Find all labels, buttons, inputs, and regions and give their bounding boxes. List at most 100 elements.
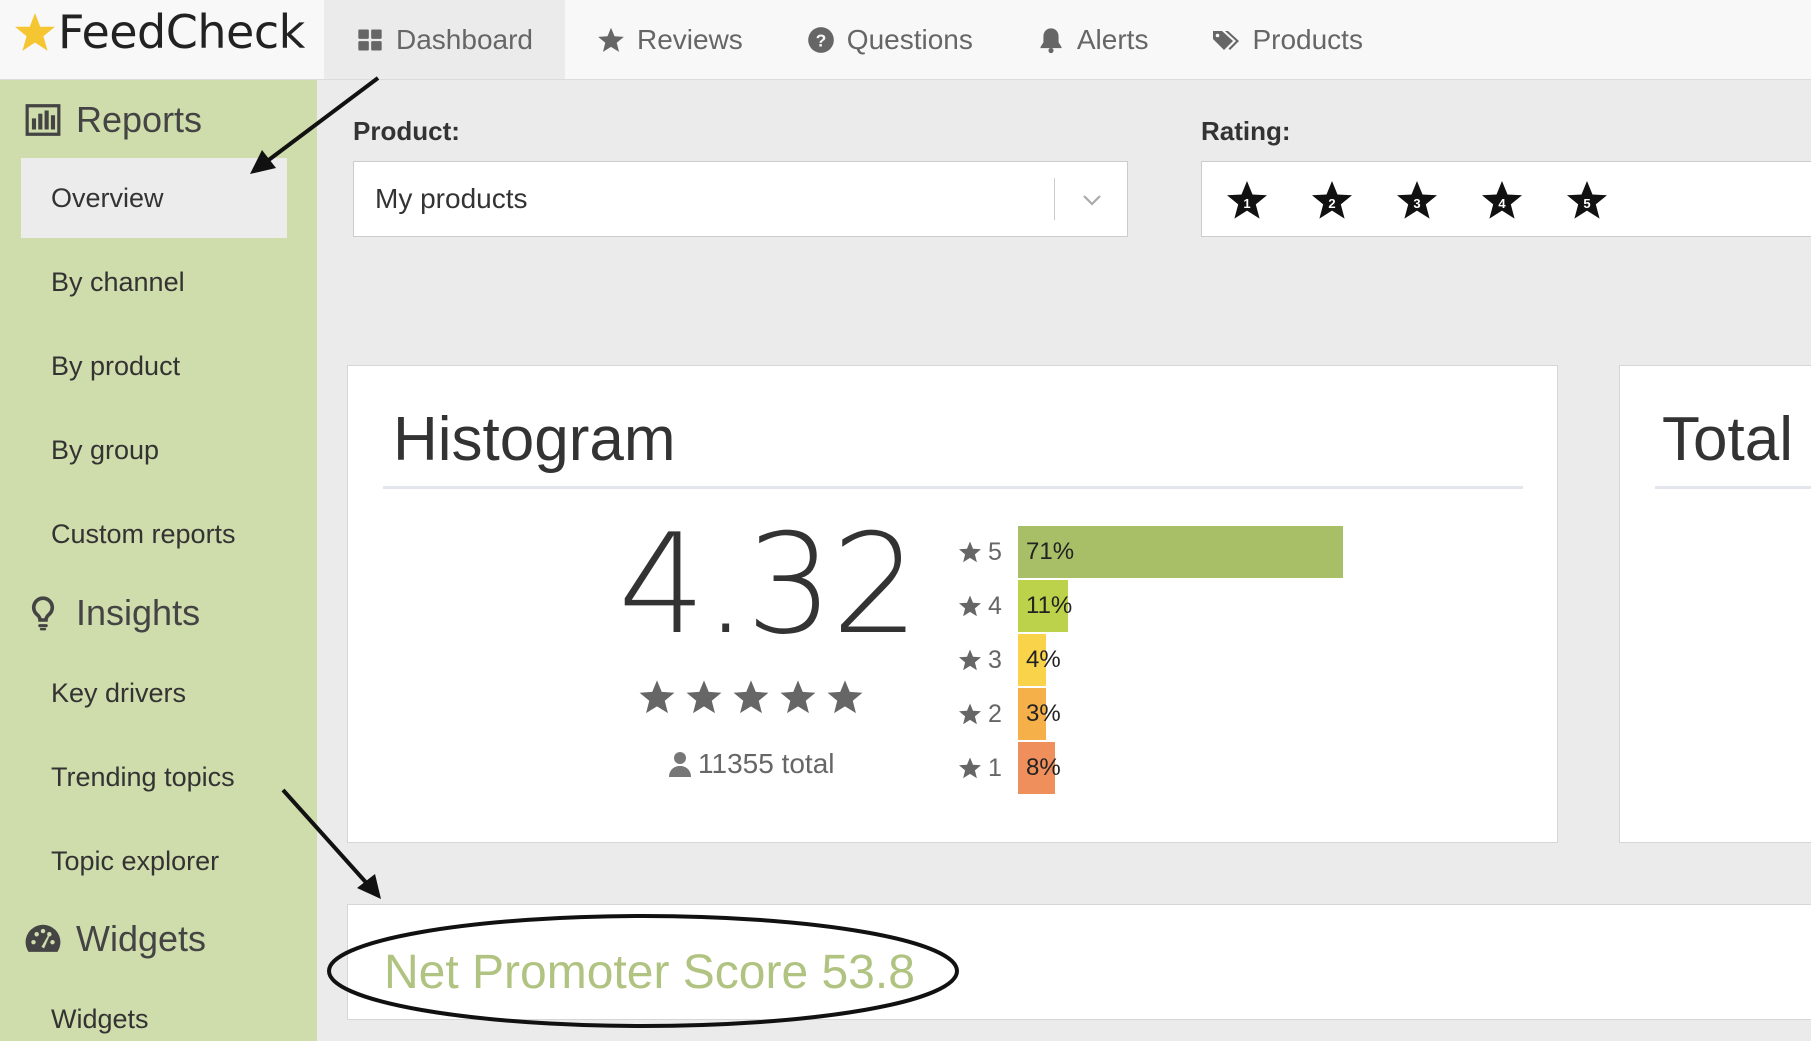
dashboard-gauge-icon <box>25 924 61 952</box>
star-logo-icon <box>15 13 55 51</box>
sidebar-item-by-product[interactable]: By product <box>21 326 287 406</box>
total-card-title-divider <box>1655 486 1811 489</box>
sidebar-heading-reports-label: Reports <box>76 99 203 140</box>
sidebar-item-by-channel[interactable]: By channel <box>21 242 287 322</box>
histogram-card: Histogram 4.32 11355 total 5 71% 4 11% 3 4% 2 3… <box>347 365 1558 843</box>
sidebar-item-label: Topic explorer <box>51 845 220 876</box>
total-reviews-count: 11355 total <box>698 748 835 779</box>
sidebar-heading-insights: Insights <box>24 592 200 634</box>
histogram-bar: 4% <box>1018 634 1061 686</box>
top-navbar: FeedCheck Dashboard Reviews ? Questions … <box>0 0 1811 80</box>
sidebar-item-label: Custom reports <box>51 518 236 549</box>
sidebar-item-label: By channel <box>51 266 185 297</box>
rating-filter-label: Rating: <box>1201 116 1291 146</box>
rating-star-5-number: 5 <box>1583 196 1590 211</box>
total-reviews: 11355 total <box>668 748 835 780</box>
histogram-row-4[interactable]: 4 11% <box>958 580 1072 632</box>
user-icon <box>669 752 691 777</box>
histogram-bar: 71% <box>1018 526 1343 578</box>
star-icon <box>780 680 816 714</box>
product-select-value: My products <box>375 183 528 214</box>
sidebar-item-label: By group <box>51 434 160 465</box>
star-icon <box>959 703 981 725</box>
dashboard-icon <box>358 29 382 50</box>
sidebar-item-key-drivers[interactable]: Key drivers <box>21 653 287 733</box>
bar-chart-icon <box>25 104 61 136</box>
sidebar-heading-widgets-label: Widgets <box>76 918 207 959</box>
nav-dashboard-label: Dashboard <box>396 23 533 55</box>
histogram-category: 2 <box>988 699 1002 728</box>
histogram-bar: 3% <box>1018 688 1061 740</box>
chevron-down-icon[interactable] <box>1080 188 1104 212</box>
star-icon <box>959 649 981 671</box>
histogram-title: Histogram <box>393 405 676 474</box>
app-name: FeedCheck <box>58 5 305 59</box>
average-rating-stars <box>638 678 864 716</box>
bell-icon <box>1040 27 1062 53</box>
sidebar-item-overview[interactable]: Overview <box>21 158 287 238</box>
total-card: Total <box>1619 365 1811 843</box>
histogram-title-divider <box>383 486 1523 489</box>
histogram-row-5[interactable]: 5 71% <box>958 526 1343 578</box>
nav-reviews-label: Reviews <box>636 23 743 55</box>
sidebar-item-custom-reports[interactable]: Custom reports <box>21 494 287 574</box>
rating-star-1-number: 1 <box>1243 196 1250 211</box>
rating-star-2-icon[interactable]: 2 <box>1310 179 1354 223</box>
histogram-row-3[interactable]: 3 4% <box>958 634 1061 686</box>
select-separator <box>1054 178 1055 220</box>
nav-questions[interactable]: ? Questions <box>775 0 1005 79</box>
sidebar-item-label: By product <box>51 350 181 381</box>
nav-alerts-label: Alerts <box>1076 23 1149 55</box>
histogram-row-2[interactable]: 2 3% <box>958 688 1061 740</box>
star-icon <box>639 680 675 714</box>
rating-star-3-icon[interactable]: 3 <box>1395 179 1439 223</box>
annotation-ellipse <box>327 914 959 1028</box>
star-icon <box>686 680 722 714</box>
sidebar-heading-widgets: Widgets <box>24 918 206 960</box>
histogram-row-1[interactable]: 1 8% <box>958 742 1061 794</box>
histogram-category: 3 <box>988 645 1002 674</box>
average-rating: 4.32 <box>618 504 919 665</box>
nav-reviews[interactable]: Reviews <box>565 0 775 79</box>
star-icon <box>733 680 769 714</box>
sidebar-item-by-group[interactable]: By group <box>21 410 287 490</box>
app-logo[interactable]: FeedCheck <box>14 2 305 62</box>
nav-products[interactable]: Products <box>1180 0 1395 79</box>
histogram-bar: 8% <box>1018 742 1061 794</box>
product-select[interactable]: My products <box>353 161 1128 237</box>
nav-dashboard[interactable]: Dashboard <box>324 0 565 79</box>
main-nav: Dashboard Reviews ? Questions Alerts Pro… <box>324 0 1395 79</box>
sidebar-item-label: Widgets <box>51 1003 149 1034</box>
histogram-row-label: 1 <box>958 754 1018 783</box>
rating-star-5-icon[interactable]: 5 <box>1565 179 1609 223</box>
tags-icon <box>1213 30 1240 50</box>
svg-text:?: ? <box>815 30 826 50</box>
sidebar-item-trending-topics[interactable]: Trending topics <box>21 737 287 817</box>
sidebar-heading-reports: Reports <box>24 99 202 141</box>
rating-star-3-number: 3 <box>1413 196 1420 211</box>
sidebar-item-label: Overview <box>51 182 164 213</box>
sidebar-item-topic-explorer[interactable]: Topic explorer <box>21 821 287 901</box>
star-icon <box>827 680 863 714</box>
star-icon <box>959 757 981 779</box>
nav-alerts[interactable]: Alerts <box>1005 0 1181 79</box>
histogram-row-label: 3 <box>958 646 1018 675</box>
lightbulb-icon <box>31 596 55 631</box>
rating-star-1-icon[interactable]: 1 <box>1225 179 1269 223</box>
sidebar-item-label: Trending topics <box>51 761 235 792</box>
histogram-row-label: 2 <box>958 700 1018 729</box>
question-circle-icon: ? <box>807 26 834 53</box>
histogram-category: 4 <box>988 591 1002 620</box>
histogram-row-label: 4 <box>958 592 1018 621</box>
star-icon <box>598 27 624 52</box>
product-filter-label: Product: <box>353 116 460 146</box>
sidebar: Reports Overview By channel By product B… <box>0 80 317 1041</box>
histogram-row-label: 5 <box>958 538 1018 567</box>
rating-filter: 1 2 3 4 5 <box>1201 161 1811 237</box>
rating-star-4-number: 4 <box>1498 196 1506 211</box>
total-card-title: Total <box>1662 405 1793 474</box>
sidebar-item-widgets[interactable]: Widgets <box>21 979 287 1041</box>
rating-star-4-icon[interactable]: 4 <box>1480 179 1524 223</box>
sidebar-heading-insights-label: Insights <box>76 592 201 633</box>
nav-questions-label: Questions <box>846 23 973 55</box>
